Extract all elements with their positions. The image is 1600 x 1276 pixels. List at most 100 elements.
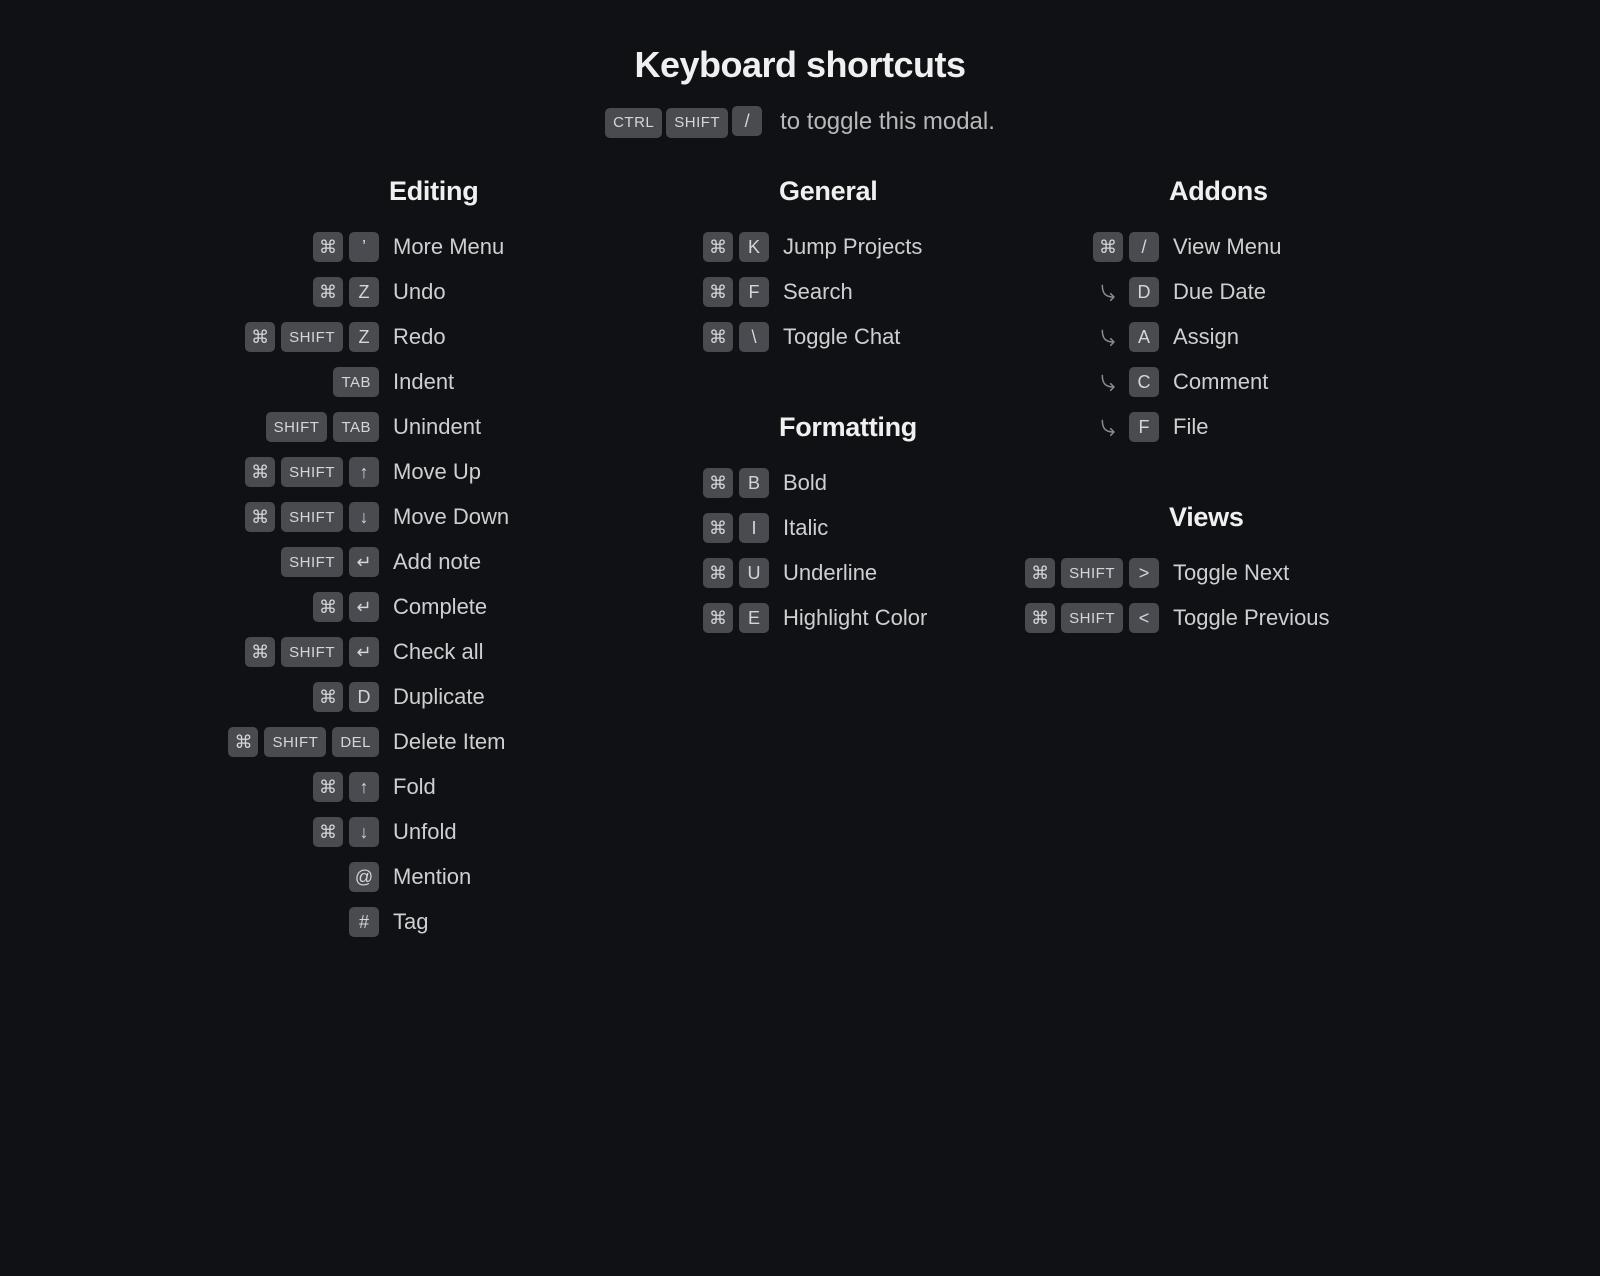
key-cmd: ⌘ xyxy=(703,603,733,633)
key-c: C xyxy=(1129,367,1159,397)
shortcut-row: ⌘SHIFTDEL Delete Item xyxy=(225,720,595,765)
key-k: K xyxy=(739,232,769,262)
shortcut-row: ⌘SHIFT↓Move Down xyxy=(225,495,595,540)
shortcut-label: Search xyxy=(783,279,853,305)
shortcut-row: ⌘SHIFT>Toggle Next xyxy=(1005,551,1375,596)
shortcut-row: FFile xyxy=(1005,405,1375,450)
shortcut-keys: ⌘K xyxy=(615,232,769,262)
shortcut-row: ⌘SHIFT<Toggle Previous xyxy=(1005,596,1375,641)
section-general: General⌘KJump Projects⌘FSearch⌘\Toggle C… xyxy=(615,176,985,360)
key-shift: SHIFT xyxy=(264,727,326,757)
shortcut-keys: ⌘B xyxy=(615,468,769,498)
column-1: General⌘KJump Projects⌘FSearch⌘\Toggle C… xyxy=(615,176,985,997)
section-addons: Addons ⌘/View MenuDDue Date A Assign CCommen… xyxy=(1005,176,1375,450)
modal-title: Keyboard shortcuts xyxy=(0,44,1600,86)
shortcut-label: Mention xyxy=(393,864,471,890)
key-hash: # xyxy=(349,907,379,937)
column-0: Editing⌘’More Menu⌘ZUndo⌘SHIFTZRedoTABIn… xyxy=(225,176,595,997)
key-shift: SHIFT xyxy=(281,637,343,667)
key-cmd: ⌘ xyxy=(245,322,275,352)
shortcut-row: DDue Date xyxy=(1005,270,1375,315)
key-cmd: ⌘ xyxy=(1025,603,1055,633)
shortcut-label: Delete Item xyxy=(393,729,506,755)
key-cmd: ⌘ xyxy=(313,817,343,847)
shortcut-keys: A xyxy=(1005,322,1159,352)
key-cmd: ⌘ xyxy=(703,468,733,498)
shortcut-keys: SHIFTTAB xyxy=(225,412,379,442)
shortcut-label: Highlight Color xyxy=(783,605,927,631)
key-up: ↑ xyxy=(349,772,379,802)
key-shift: SHIFT xyxy=(281,547,343,577)
shortcut-label: Move Up xyxy=(393,459,481,485)
shortcut-keys: ⌘E xyxy=(615,603,769,633)
shortcut-label: Duplicate xyxy=(393,684,485,710)
then-arrow-icon xyxy=(1097,370,1121,394)
shortcut-keys: ⌘I xyxy=(615,513,769,543)
shortcut-label: Assign xyxy=(1173,324,1239,350)
shortcuts-modal: Keyboard shortcuts CTRL SHIFT / to toggle … xyxy=(0,0,1600,997)
key-cmd: ⌘ xyxy=(245,637,275,667)
section-title: Formatting xyxy=(779,412,985,443)
section-title: General xyxy=(779,176,985,207)
shortcut-columns: Editing⌘’More Menu⌘ZUndo⌘SHIFTZRedoTABIn… xyxy=(0,176,1600,997)
key-shift: SHIFT xyxy=(281,502,343,532)
key-d: D xyxy=(349,682,379,712)
shortcut-row: ⌘\ Toggle Chat xyxy=(615,315,985,360)
then-arrow-icon xyxy=(1097,415,1121,439)
shortcut-row: # Tag xyxy=(225,900,595,945)
key-cmd: ⌘ xyxy=(1093,232,1123,262)
shortcut-row: ⌘Z Undo xyxy=(225,270,595,315)
shortcut-label: Bold xyxy=(783,470,827,496)
shortcut-row: ⌘↑Fold xyxy=(225,765,595,810)
shortcut-keys: ⌘SHIFT> xyxy=(1005,558,1159,588)
then-arrow-icon xyxy=(1097,325,1121,349)
shortcut-row: ⌘FSearch xyxy=(615,270,985,315)
shortcut-row: CComment xyxy=(1005,360,1375,405)
shortcut-row: ⌘/View Menu xyxy=(1005,225,1375,270)
shortcut-label: Due Date xyxy=(1173,279,1266,305)
modal-header: Keyboard shortcuts CTRLSHIFT/ to toggle … xyxy=(0,44,1600,138)
shortcut-keys: F xyxy=(1005,412,1159,442)
shortcut-label: Indent xyxy=(393,369,454,395)
shortcut-keys: ⌘D xyxy=(225,682,379,712)
key-cmd: ⌘ xyxy=(703,232,733,262)
shortcut-keys: # xyxy=(225,907,379,937)
key-tab: TAB xyxy=(333,412,379,442)
column-2: Addons ⌘/View MenuDDue Date A Assign CCommen… xyxy=(1005,176,1375,997)
shortcut-row: ⌘UUnderline xyxy=(615,551,985,596)
shortcut-label: Add note xyxy=(393,549,481,575)
key-cmd: ⌘ xyxy=(703,322,733,352)
shortcut-label: View Menu xyxy=(1173,234,1281,260)
then-arrow-icon xyxy=(1097,280,1121,304)
key-ctrl: CTRL xyxy=(605,108,662,138)
toggle-hint-text: to toggle this modal. xyxy=(780,108,995,136)
section-views: Views ⌘SHIFT>Toggle Next⌘SHIFT<Toggle Pre… xyxy=(1005,502,1375,641)
shortcut-keys: ⌘↑ xyxy=(225,772,379,802)
key-/: / xyxy=(732,106,762,136)
shortcut-keys: ⌘Z xyxy=(225,277,379,307)
shortcut-keys: ⌘SHIFTZ xyxy=(225,322,379,352)
key-cmd: ⌘ xyxy=(703,277,733,307)
key-bslash: \ xyxy=(739,322,769,352)
shortcut-keys: ⌘SHIFTDEL xyxy=(225,727,379,757)
shortcut-label: Toggle Chat xyxy=(783,324,900,350)
key-apos: ’ xyxy=(349,232,379,262)
key-cmd: ⌘ xyxy=(1025,558,1055,588)
shortcut-label: Tag xyxy=(393,909,428,935)
section-title: Views xyxy=(1169,502,1375,533)
key-shift: SHIFT xyxy=(1061,558,1123,588)
shortcut-label: More Menu xyxy=(393,234,504,260)
shortcut-label: Unfold xyxy=(393,819,457,845)
key-shift: SHIFT xyxy=(281,457,343,487)
key-cmd: ⌘ xyxy=(313,232,343,262)
shortcut-label: Undo xyxy=(393,279,446,305)
section-title: Addons xyxy=(1169,176,1375,207)
shortcut-keys: C xyxy=(1005,367,1159,397)
key-f: F xyxy=(1129,412,1159,442)
key-enter: ↵ xyxy=(349,592,379,622)
shortcut-row: SHIFT↵Add note xyxy=(225,540,595,585)
key-down: ↓ xyxy=(349,817,379,847)
key-z: Z xyxy=(349,322,379,352)
shortcut-keys: ⌘’ xyxy=(225,232,379,262)
shortcut-row: ⌘KJump Projects xyxy=(615,225,985,270)
